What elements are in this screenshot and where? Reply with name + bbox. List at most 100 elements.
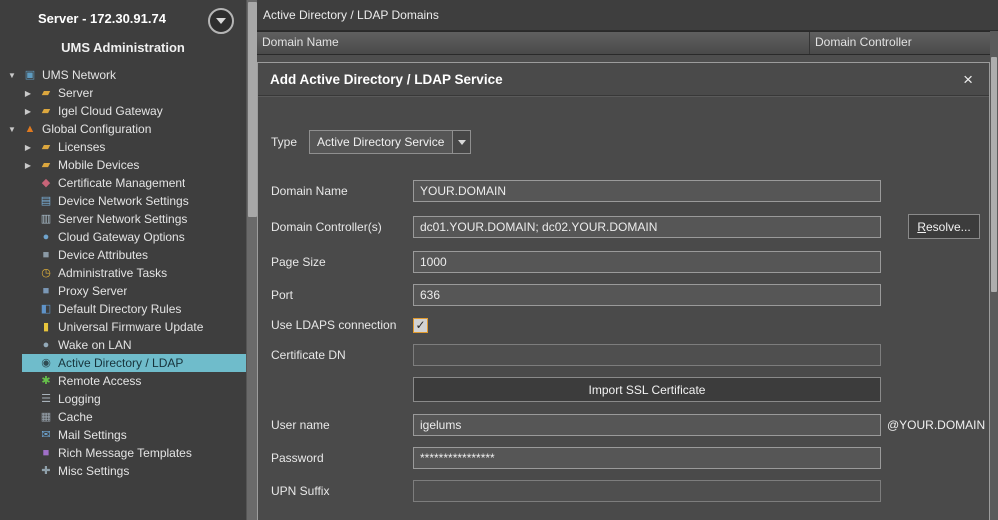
tree-row-content: ▥Server Network Settings [22, 210, 246, 228]
navigation-tree: ▼▣UMS Network▶▰Server▶▰Igel Cloud Gatewa… [0, 66, 246, 480]
expander-closed-icon[interactable]: ▶ [22, 107, 34, 116]
expander-open-icon[interactable]: ▼ [6, 71, 18, 80]
domain-name-label: Domain Name [271, 184, 413, 198]
sidebar-item-label: Rich Message Templates [58, 446, 192, 460]
sidebar-item-active-directory-ldap[interactable]: ◉Active Directory / LDAP [0, 354, 246, 372]
expander-closed-icon[interactable]: ▶ [22, 161, 34, 170]
wake-on-lan-icon: ● [39, 340, 53, 351]
sidebar-item-label: Logging [58, 392, 101, 406]
server-selector-button[interactable] [208, 8, 234, 34]
folder-icon: ▰ [39, 88, 53, 99]
device-network-icon: ▤ [39, 196, 53, 207]
tree-row-content: ●Cloud Gateway Options [22, 228, 246, 246]
cache-icon: ▦ [39, 412, 53, 423]
tree-indent [0, 138, 22, 156]
sidebar-item-label: Proxy Server [58, 284, 127, 298]
expander-closed-icon[interactable]: ▶ [22, 89, 34, 98]
sidebar-item-label: Misc Settings [58, 464, 129, 478]
sidebar-item-universal-firmware-update[interactable]: ▮Universal Firmware Update [0, 318, 246, 336]
sidebar-item-server-network-settings[interactable]: ▥Server Network Settings [0, 210, 246, 228]
tree-indent [0, 444, 22, 462]
sidebar-item-label: Certificate Management [58, 176, 185, 190]
form-row-password: Password [271, 447, 989, 469]
folder-icon: ▰ [39, 106, 53, 117]
tree-indent [0, 300, 22, 318]
sidebar-item-certificate-management[interactable]: ◆Certificate Management [0, 174, 246, 192]
ldaps-label: Use LDAPS connection [271, 318, 413, 332]
tree-row-content: ◉Active Directory / LDAP [22, 354, 246, 372]
main-scrollbar[interactable] [990, 31, 998, 520]
tree-indent [0, 372, 22, 390]
sidebar-item-global-configuration[interactable]: ▼▲Global Configuration [0, 120, 246, 138]
sidebar-item-label: Mobile Devices [58, 158, 139, 172]
domain-controllers-input[interactable] [413, 216, 881, 238]
domain-name-input[interactable] [413, 180, 881, 202]
upn-suffix-label: UPN Suffix [271, 484, 413, 498]
main-scrollbar-thumb[interactable] [991, 57, 997, 292]
sidebar-item-label: UMS Network [42, 68, 116, 82]
domain-controllers-label: Domain Controller(s) [271, 220, 413, 234]
tree-indent [0, 336, 22, 354]
misc-settings-icon: ✚ [39, 466, 53, 477]
column-header-domain-controller[interactable]: Domain Controller [810, 32, 998, 54]
tree-row-content: ✉Mail Settings [22, 426, 246, 444]
sidebar-item-mail-settings[interactable]: ✉Mail Settings [0, 426, 246, 444]
sidebar-item-logging[interactable]: ☰ Logging [0, 390, 246, 408]
page-size-input[interactable] [413, 251, 881, 273]
expander-open-icon[interactable]: ▼ [6, 125, 18, 134]
port-input[interactable] [413, 284, 881, 306]
tree-row-content: ▼ ▣ UMS Network [6, 66, 246, 84]
sidebar-item-mobile-devices[interactable]: ▶▰Mobile Devices [0, 156, 246, 174]
logging-icon: ☰ [39, 394, 53, 405]
tree-indent [0, 156, 22, 174]
tree-row-content: ▦ Cache [22, 408, 246, 426]
tree-indent [0, 210, 22, 228]
sidebar-item-wake-on-lan[interactable]: ● Wake on LAN [0, 336, 246, 354]
form-row-type: Type Active Directory Service [271, 130, 989, 154]
sidebar-item-proxy-server[interactable]: ■Proxy Server [0, 282, 246, 300]
upn-suffix-input[interactable] [413, 480, 881, 502]
server-title: Server - 172.30.91.74 [38, 11, 166, 26]
sidebar-item-label: Wake on LAN [58, 338, 132, 352]
close-icon[interactable]: × [959, 69, 977, 90]
password-input[interactable] [413, 447, 881, 469]
sidebar-item-device-network-settings[interactable]: ▤ Device Network Settings [0, 192, 246, 210]
import-ssl-certificate-button[interactable]: Import SSL Certificate [413, 377, 881, 402]
sidebar-item-label: Global Configuration [42, 122, 151, 136]
sidebar-item-licenses[interactable]: ▶▰Licenses [0, 138, 246, 156]
sidebar-item-remote-access[interactable]: ✱Remote Access [0, 372, 246, 390]
network-icon: ▣ [23, 70, 37, 81]
column-header-domain-name[interactable]: Domain Name [257, 32, 810, 54]
password-label: Password [271, 451, 413, 465]
dropdown-arrow-button[interactable] [452, 131, 470, 153]
certificate-dn-input[interactable] [413, 344, 881, 366]
content-title: Active Directory / LDAP Domains [257, 0, 998, 31]
active-directory-icon: ◉ [39, 358, 53, 369]
tree-indent [0, 102, 22, 120]
ldaps-checkbox[interactable]: ✓ [413, 318, 428, 333]
tree-row-content: ▶▰Igel Cloud Gateway [22, 102, 246, 120]
type-label: Type [271, 135, 309, 149]
sidebar-item-cache[interactable]: ▦ Cache [0, 408, 246, 426]
sidebar-item-misc-settings[interactable]: ✚ Misc Settings [0, 462, 246, 480]
expander-closed-icon[interactable]: ▶ [22, 143, 34, 152]
sidebar-item-igel-cloud-gateway[interactable]: ▶▰Igel Cloud Gateway [0, 102, 246, 120]
sidebar-scrollbar-thumb[interactable] [248, 2, 257, 217]
sidebar-item-server[interactable]: ▶▰Server [0, 84, 246, 102]
certificate-dn-label: Certificate DN [271, 348, 413, 362]
sidebar-item-ums-network[interactable]: ▼ ▣ UMS Network [0, 66, 246, 84]
sidebar-item-device-attributes[interactable]: ■Device Attributes [0, 246, 246, 264]
sidebar-item-rich-message-templates[interactable]: ■Rich Message Templates [0, 444, 246, 462]
sidebar-item-label: Device Network Settings [58, 194, 189, 208]
sidebar-item-cloud-gateway-options[interactable]: ●Cloud Gateway Options [0, 228, 246, 246]
tree-row-content: ✚ Misc Settings [22, 462, 246, 480]
sidebar-item-administrative-tasks[interactable]: ◷Administrative Tasks [0, 264, 246, 282]
tree-row-content: ■Device Attributes [22, 246, 246, 264]
sidebar-item-default-directory-rules[interactable]: ◧Default Directory Rules [0, 300, 246, 318]
sidebar-header: Server - 172.30.91.74 UMS Administration [0, 0, 246, 64]
user-name-input[interactable] [413, 414, 881, 436]
resolve-button[interactable]: Resolve... [908, 214, 980, 239]
type-select[interactable]: Active Directory Service [309, 130, 471, 154]
sidebar-item-label: Cache [58, 410, 93, 424]
dialog-title: Add Active Directory / LDAP Service [270, 72, 503, 87]
